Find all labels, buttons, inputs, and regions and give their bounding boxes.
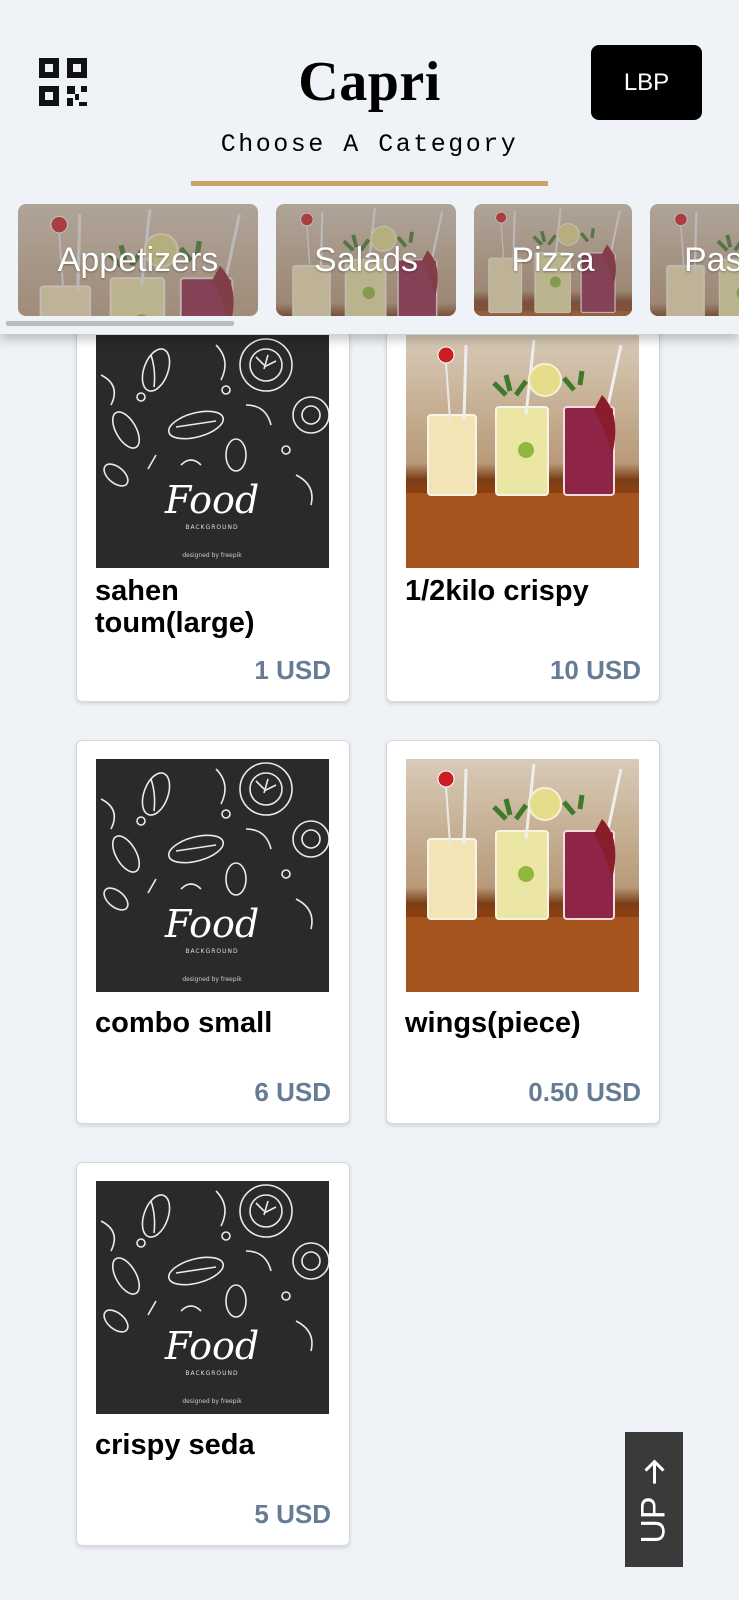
product-image: [96, 1181, 329, 1414]
product-price: 0.50 USD: [528, 1077, 641, 1107]
header: Capri Choose A Category LBP Appetizers S…: [0, 0, 739, 334]
product-card[interactable]: 1/2kilo crispy 10 USD: [386, 290, 660, 702]
product-card[interactable]: crispy seda 5 USD: [76, 1162, 350, 1546]
scroll-to-top-label: UP: [634, 1495, 673, 1544]
product-name: sahen toum(large): [95, 575, 255, 639]
category-pasta[interactable]: Pas: [650, 204, 739, 316]
category-label: Appetizers: [57, 240, 219, 279]
product-card[interactable]: combo small 6 USD: [76, 740, 350, 1124]
arrow-up-icon: [643, 1458, 665, 1483]
scroll-to-top-button[interactable]: UP: [625, 1432, 683, 1567]
category-label: Pizza: [511, 240, 595, 279]
category-pizza[interactable]: Pizza: [474, 204, 632, 316]
category-label: Pas: [684, 240, 739, 279]
product-price: 6 USD: [254, 1077, 331, 1107]
title-divider: [191, 181, 548, 186]
category-appetizers[interactable]: Appetizers: [18, 204, 258, 316]
product-price: 5 USD: [254, 1499, 331, 1529]
product-name: 1/2kilo crispy: [405, 575, 589, 607]
product-image: [96, 335, 329, 568]
product-name: crispy seda: [95, 1429, 255, 1461]
category-scroll-indicator[interactable]: [6, 321, 234, 326]
product-name: combo small: [95, 1007, 273, 1039]
product-price: 1 USD: [254, 655, 331, 685]
product-name: wings(piece): [405, 1007, 581, 1039]
product-image: [406, 759, 639, 992]
product-price: 10 USD: [549, 655, 641, 685]
currency-toggle-button[interactable]: LBP: [591, 45, 702, 120]
category-label: Salads: [314, 240, 418, 279]
product-card[interactable]: wings(piece) 0.50 USD: [386, 740, 660, 1124]
page-subtitle: Choose A Category: [220, 130, 519, 159]
product-card[interactable]: sahen toum(large) 1 USD: [76, 290, 350, 702]
product-image: [96, 759, 329, 992]
category-salads[interactable]: Salads: [276, 204, 456, 316]
category-strip: Appetizers Salads Pizza Pas: [18, 204, 739, 316]
product-image: [406, 335, 639, 568]
